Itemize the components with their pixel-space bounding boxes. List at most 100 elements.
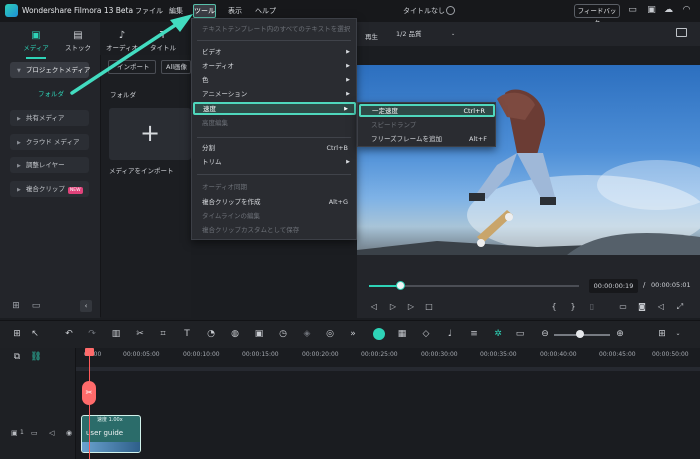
speaker-icon[interactable]: ◁ — [49, 429, 54, 437]
menu-item-audio-sync[interactable]: オーディオ同期 — [192, 181, 356, 194]
menu-item-trim[interactable]: トリム ▶ — [192, 156, 356, 169]
preview-image-icon[interactable] — [676, 28, 687, 37]
menu-item-audio[interactable]: オーディオ ▶ — [192, 60, 356, 73]
timer-icon[interactable]: ◷ — [277, 328, 289, 340]
save-icon[interactable]: ▣ — [646, 5, 657, 16]
ruler-tick: 00:00:20:00 — [302, 351, 339, 358]
menu-file[interactable]: ファイル — [135, 6, 163, 16]
camera-icon[interactable]: ◙ — [636, 301, 648, 313]
crop-icon[interactable]: ⌗ — [157, 328, 169, 340]
feedback-button[interactable]: フィードバック — [574, 4, 620, 27]
delete-icon[interactable]: ▥ — [110, 328, 122, 340]
fullscreen-icon[interactable]: ⤢ — [674, 301, 686, 313]
music-note-icon: ♪ — [118, 30, 126, 41]
sidebar-item-cloud-media[interactable]: ▶ クラウド メディア — [10, 134, 89, 150]
tab-audio[interactable]: ♪ オーディオ — [104, 30, 140, 52]
speed-submenu: 一定速度 Ctrl+R スピードランプ フリーズフレームを追加 Alt+F — [357, 102, 496, 147]
menu-item-save-compound-custom[interactable]: 複合クリップカスタムとして保存 — [192, 224, 356, 237]
snap-icon[interactable]: ✲ — [492, 328, 504, 340]
sidebar-item-compound-clip[interactable]: ▶ 複合クリップ NEW — [10, 181, 89, 197]
render-icon[interactable] — [373, 328, 385, 340]
undo-icon[interactable]: ↶ — [63, 328, 75, 340]
more-icon[interactable]: » — [347, 328, 359, 340]
eye-icon[interactable]: ◉ — [66, 429, 72, 437]
total-timecode: 00:00:05:01 — [651, 281, 691, 289]
ripple-icon[interactable]: ▦ — [396, 328, 408, 340]
chevron-down-icon[interactable]: ⌄ — [672, 328, 684, 340]
cut-icon[interactable]: ✂ — [134, 328, 146, 340]
microphone-icon[interactable]: ♩ — [444, 328, 456, 340]
zoom-in-icon[interactable]: ⊕ — [614, 328, 626, 340]
tab-stock[interactable]: ▤ ストック — [60, 30, 96, 52]
playhead-handle[interactable] — [85, 348, 94, 356]
scissors-icon[interactable]: ✂ — [82, 381, 96, 405]
ruler-tick: 00:00:25:00 — [361, 351, 398, 358]
menu-item-split[interactable]: 分割 Ctrl+B — [192, 142, 356, 155]
new-folder-icon[interactable]: ⊞ — [10, 300, 22, 312]
menu-item-timeline-edit[interactable]: タイムラインの編集 — [192, 210, 356, 223]
speed-icon[interactable]: ◔ — [205, 328, 217, 340]
headset-icon[interactable]: ◠ — [681, 5, 692, 16]
tab-titles[interactable]: T タイトル — [145, 30, 181, 52]
step-forward-icon[interactable]: ▷ — [387, 301, 399, 313]
display-icon[interactable]: ▭ — [617, 301, 629, 313]
volume-icon[interactable]: ◁ — [655, 301, 667, 313]
menu-item-speed-ramp[interactable]: スピードランプ — [358, 119, 495, 132]
collapse-icon[interactable]: ‹ — [80, 300, 92, 312]
sidebar-item-shared-media[interactable]: ▶ 共有メディア — [10, 110, 89, 126]
link-icon[interactable]: ⛓ — [30, 351, 42, 363]
menu-item-animation[interactable]: アニメーション ▶ — [192, 88, 356, 101]
tab-media[interactable]: ▣ メディア — [18, 30, 54, 52]
menu-help[interactable]: ヘルプ — [255, 6, 276, 16]
cloud-icon[interactable]: ☁ — [663, 5, 674, 16]
shield-icon[interactable]: ◇ — [420, 328, 432, 340]
layout-icon[interactable]: ▭ — [627, 5, 638, 16]
marker-icon[interactable]: ▯ — [586, 301, 598, 313]
menu-item-advanced-edit[interactable]: 高度編集 — [192, 117, 356, 130]
import-dropdown[interactable]: インポート — [108, 60, 156, 74]
text-tool-icon[interactable]: T — [181, 328, 193, 340]
menu-item-select-all-text[interactable]: テキストテンプレート内のすべてのテキストを選択 — [192, 23, 356, 36]
zoom-out-icon[interactable]: ⊖ — [539, 328, 551, 340]
timeline-clip[interactable]: 速度 1.00x user guide — [81, 415, 141, 453]
color-icon[interactable]: ◍ — [229, 328, 241, 340]
select-cursor-icon[interactable]: ↖ — [29, 328, 41, 340]
stop-icon[interactable]: □ — [423, 301, 435, 313]
previous-frame-icon[interactable]: ◁ — [368, 301, 380, 313]
menu-item-create-compound-clip[interactable]: 複合クリップを作成 Alt+G — [192, 196, 356, 209]
mark-in-icon[interactable]: { — [548, 301, 560, 313]
menu-item-constant-speed[interactable]: 一定速度 Ctrl+R — [359, 104, 495, 117]
subtitle-icon[interactable]: ▭ — [514, 328, 526, 340]
stock-icon: ▤ — [73, 30, 83, 41]
layout-grid-icon[interactable]: ⊞ — [11, 328, 23, 340]
menu-view[interactable]: 表示 — [228, 6, 242, 16]
play-icon[interactable]: ▷ — [405, 301, 417, 313]
redo-icon[interactable]: ↷ — [86, 328, 98, 340]
import-media-tile[interactable]: + — [109, 108, 191, 160]
sidebar-item-project-media[interactable]: ▼ プロジェクトメディア — [10, 62, 90, 78]
list-icon[interactable]: ≡ — [468, 328, 480, 340]
menu-item-speed[interactable]: 速度 ▶ — [193, 102, 356, 115]
menu-edit[interactable]: 編集 — [169, 6, 183, 16]
add-track-icon[interactable]: ⧉ — [11, 351, 23, 363]
track-headers — [0, 348, 76, 459]
scrub-handle[interactable] — [396, 281, 405, 290]
sidebar-item-folder[interactable]: フォルダ — [38, 88, 64, 98]
grid-view-icon[interactable]: ⊞ — [656, 328, 668, 340]
folder-icon[interactable]: ▭ — [30, 300, 42, 312]
menu-tools[interactable]: ツール — [193, 4, 216, 18]
ai-cutout-icon[interactable]: ◈ — [301, 328, 313, 340]
sidebar-item-adjustment-layer[interactable]: ▶ 調整レイヤー — [10, 157, 89, 173]
filter-dropdown[interactable]: All画像 — [161, 60, 191, 74]
zoom-slider-handle[interactable] — [576, 330, 584, 338]
quality-dropdown[interactable]: 1/2 品質 ⌄ — [393, 27, 458, 42]
mask-icon[interactable]: ▣ — [253, 328, 265, 340]
skateboarder-frame — [357, 89, 700, 255]
menu-item-add-freeze-frame[interactable]: フリーズフレームを追加 Alt+F — [358, 133, 495, 146]
text-icon: T — [159, 30, 167, 41]
menu-item-video[interactable]: ビデオ ▶ — [192, 46, 356, 59]
menu-item-color[interactable]: 色 ▶ — [192, 74, 356, 87]
folder-icon[interactable]: ▭ — [31, 429, 38, 437]
keyframe-icon[interactable]: ◎ — [324, 328, 336, 340]
mark-out-icon[interactable]: } — [567, 301, 579, 313]
